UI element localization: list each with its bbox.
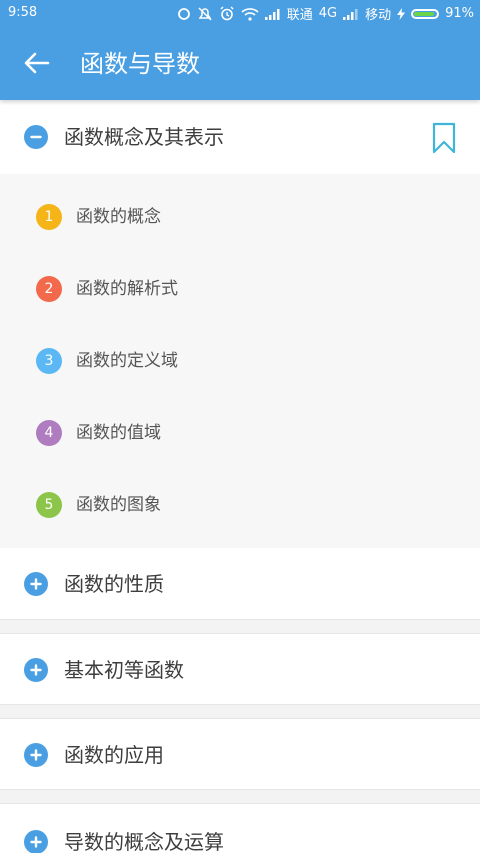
section-expanded: 函数概念及其表示 1 函数的概念 2 函数的解析式 3 函数的定义域 4 函数的…: [0, 100, 480, 549]
sub-topic-number: 5: [36, 492, 62, 518]
top-bar: 9:58 联通 4G 移动 91% 函数与导数: [0, 0, 480, 100]
plus-circle-icon: [24, 743, 48, 767]
sub-topic-item[interactable]: 1 函数的概念: [0, 192, 480, 242]
section-collapsed[interactable]: 基本初等函数: [0, 633, 480, 705]
network-type: 4G: [318, 6, 338, 21]
status-bar: 9:58 联通 4G 移动 91%: [0, 0, 480, 28]
sub-topic-number: 2: [36, 276, 62, 302]
section-label: 函数的性质: [64, 572, 164, 596]
alarm-icon: [219, 6, 235, 21]
sub-topic-list: 1 函数的概念 2 函数的解析式 3 函数的定义域 4 函数的值域 5 函数的图…: [0, 174, 480, 548]
sub-topic-number: 4: [36, 420, 62, 446]
sub-topic-item[interactable]: 2 函数的解析式: [0, 264, 480, 314]
plus-circle-icon: [24, 830, 48, 853]
plus-circle-icon: [24, 658, 48, 682]
wifi-icon: [241, 7, 259, 21]
carrier-1: 联通: [286, 8, 313, 23]
status-right: 联通 4G 移动 91%: [177, 4, 474, 23]
page-title: 函数与导数: [80, 50, 200, 78]
plus-circle-icon: [24, 572, 48, 596]
section-label: 函数的应用: [64, 743, 164, 767]
section-divider: [0, 790, 480, 803]
sub-topic-label: 函数的定义域: [76, 351, 178, 371]
sync-icon: [177, 7, 191, 21]
do-not-disturb-icon: [197, 6, 213, 21]
section-header-expanded[interactable]: 函数概念及其表示: [0, 100, 480, 175]
sub-topic-label: 函数的概念: [76, 207, 161, 227]
section-collapsed[interactable]: 导数的概念及运算: [0, 803, 480, 853]
sub-topic-label: 函数的解析式: [76, 279, 178, 299]
section-collapsed[interactable]: 函数的性质: [0, 548, 480, 620]
section-divider: [0, 620, 480, 633]
charging-icon: [397, 7, 406, 20]
signal-icon-2: [343, 8, 359, 20]
carrier-2: 移动: [365, 8, 392, 23]
minus-circle-icon: [24, 125, 48, 149]
sub-topic-label: 函数的值域: [76, 423, 161, 443]
sub-topic-item[interactable]: 3 函数的定义域: [0, 336, 480, 386]
section-divider: [0, 705, 480, 718]
battery-percent: 91%: [445, 6, 474, 21]
section-label: 基本初等函数: [64, 658, 184, 682]
arrow-left-icon[interactable]: [22, 48, 52, 78]
sub-topic-item[interactable]: 5 函数的图象: [0, 480, 480, 530]
section-collapsed[interactable]: 函数的应用: [0, 718, 480, 790]
sub-topic-item[interactable]: 4 函数的值域: [0, 408, 480, 458]
status-time: 9:58: [8, 5, 38, 20]
app-screen: 9:58 联通 4G 移动 91% 函数与导数 函数概念及其表示 1 函数的概念…: [0, 0, 480, 853]
sub-topic-label: 函数的图象: [76, 495, 161, 515]
battery-icon: [411, 8, 440, 19]
signal-icon-1: [264, 8, 281, 20]
section-label: 函数概念及其表示: [64, 125, 224, 149]
sub-topic-number: 3: [36, 348, 62, 374]
sub-topic-number: 1: [36, 204, 62, 230]
bookmark-icon[interactable]: [432, 122, 456, 154]
app-bar: 函数与导数: [0, 28, 480, 100]
section-label: 导数的概念及运算: [64, 830, 224, 853]
